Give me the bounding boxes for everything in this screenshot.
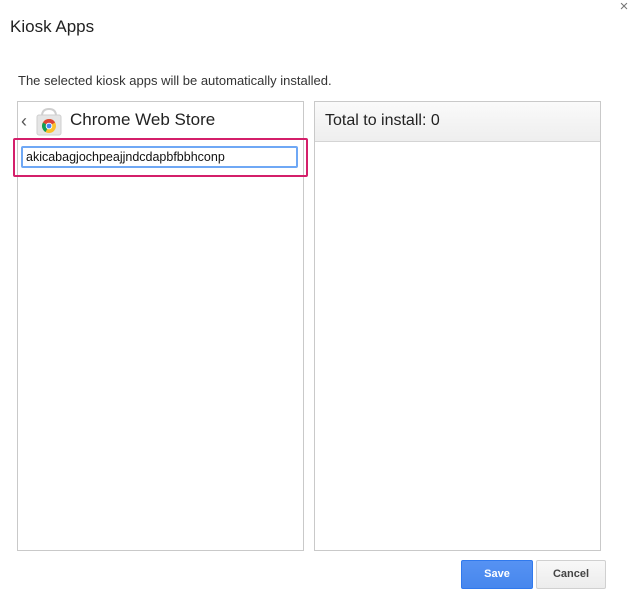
total-count: 0 [430, 112, 440, 129]
kiosk-apps-dialog: Kiosk Apps × The selected kiosk apps wil… [0, 0, 639, 596]
store-title: Chrome Web Store [70, 110, 216, 129]
store-header: ‹ Chrome Web Store [18, 102, 303, 140]
total-to-install: Total to install: 0 [325, 112, 440, 130]
web-store-panel: ‹ Chrome Web Store [13, 101, 308, 551]
dialog-title: Kiosk Apps [10, 17, 95, 36]
dialog-description: The selected kiosk apps will be automati… [18, 73, 332, 88]
app-id-search-input[interactable] [21, 146, 298, 168]
total-header: Total to install: 0 [315, 102, 600, 142]
chevron-left-icon[interactable]: ‹ [21, 111, 27, 132]
install-list-panel: Total to install: 0 [314, 101, 601, 551]
save-button[interactable]: Save [461, 560, 533, 589]
cancel-button[interactable]: Cancel [536, 560, 606, 589]
chrome-web-store-icon [36, 107, 62, 136]
close-icon[interactable]: × [617, 0, 631, 14]
total-label: Total to install: [325, 112, 427, 129]
